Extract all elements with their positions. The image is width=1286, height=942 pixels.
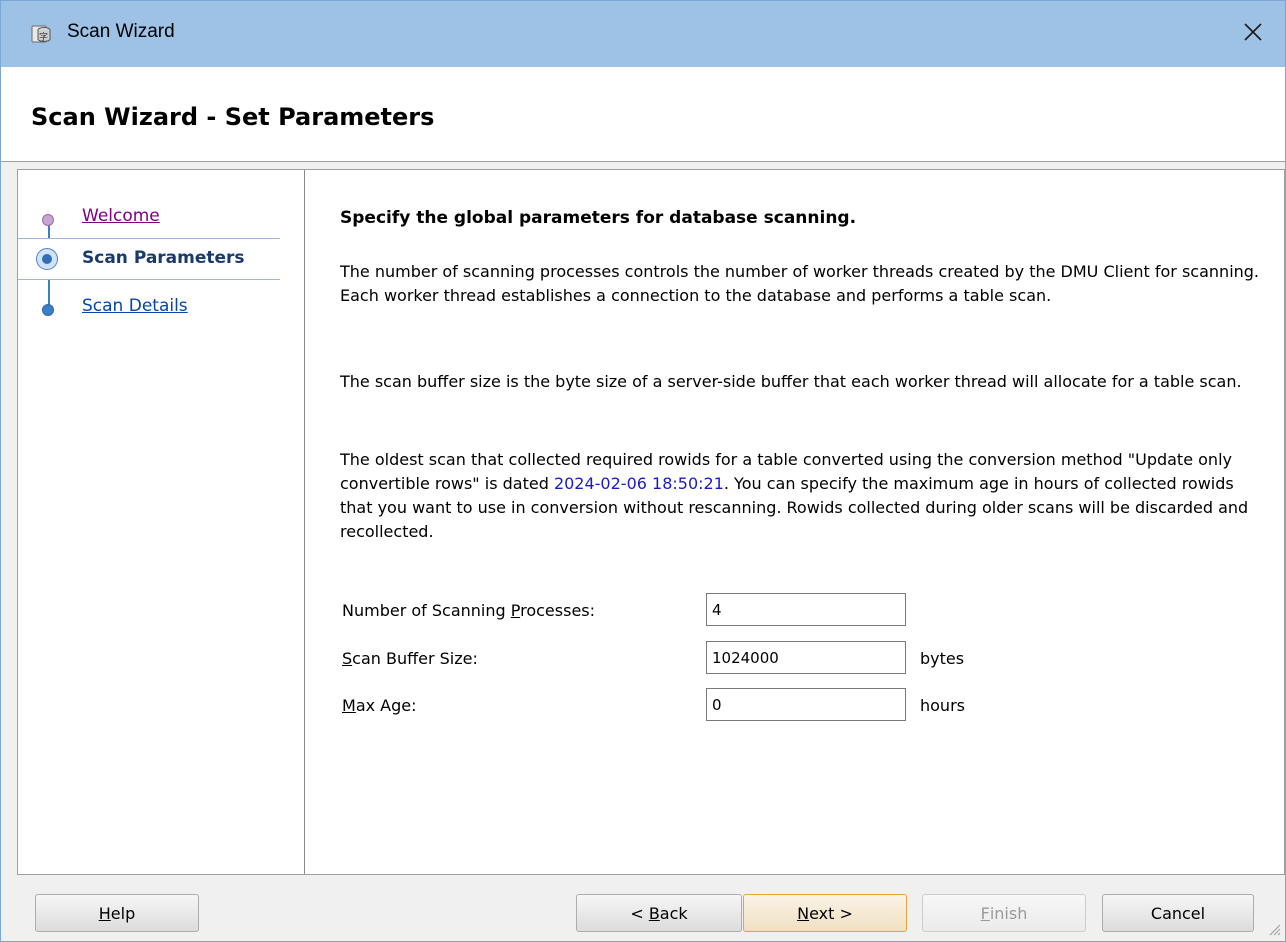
- max-age-label: Max Age:: [342, 696, 417, 715]
- age-unit-label: hours: [920, 696, 965, 715]
- cancel-button[interactable]: Cancel: [1102, 894, 1254, 932]
- step-scan-details-link[interactable]: Scan Details: [82, 296, 188, 316]
- step-scan-parameters[interactable]: Scan Parameters: [18, 238, 280, 280]
- max-age-row: Max Age: hours: [340, 688, 1240, 722]
- max-age-description: The oldest scan that collected required …: [340, 450, 1249, 541]
- buffer-size-label: Scan Buffer Size:: [342, 649, 478, 668]
- buffer-row: Scan Buffer Size: bytes: [340, 641, 1240, 675]
- processes-row: Number of Scanning Processes:: [340, 593, 1240, 627]
- step-dot-icon: [42, 214, 54, 226]
- content-heading: Specify the global parameters for databa…: [340, 208, 857, 228]
- close-icon: [1243, 22, 1263, 46]
- wizard-steps-sidebar: Welcome Scan Parameters Scan Details: [18, 170, 305, 874]
- buffer-description: The scan buffer size is the byte size of…: [340, 372, 1242, 391]
- wizard-body: Welcome Scan Parameters Scan Details Spe…: [17, 169, 1285, 875]
- window-title: Scan Wizard: [67, 21, 175, 42]
- next-button[interactable]: Next >: [743, 894, 907, 932]
- scanning-processes-input[interactable]: [706, 593, 906, 626]
- step-scan-parameters-label: Scan Parameters: [82, 248, 245, 268]
- oldest-scan-date: 2024-02-06 18:50:21: [553, 474, 724, 493]
- scan-buffer-size-input[interactable]: [706, 641, 906, 674]
- current-step-icon: [36, 248, 58, 270]
- processes-description: The number of scanning processes control…: [340, 262, 1260, 305]
- processes-label: Number of Scanning Processes:: [342, 601, 596, 620]
- svg-text:字: 字: [39, 31, 48, 43]
- step-welcome-link[interactable]: Welcome: [82, 206, 160, 226]
- page-title: Scan Wizard - Set Parameters: [31, 103, 435, 131]
- max-age-input[interactable]: [706, 688, 906, 721]
- resize-grip-icon[interactable]: [1267, 921, 1281, 936]
- step-welcome[interactable]: Welcome: [18, 194, 304, 236]
- step-scan-details[interactable]: Scan Details: [18, 284, 304, 326]
- finish-button[interactable]: Finish: [922, 894, 1086, 932]
- title-bar[interactable]: 字 Scan Wizard: [1, 1, 1285, 67]
- back-button[interactable]: < Back: [576, 894, 742, 932]
- scan-wizard-dialog: 字 Scan Wizard Scan Wizard - Set Paramete…: [0, 0, 1286, 942]
- help-button[interactable]: Help: [35, 894, 199, 932]
- wizard-header: Scan Wizard - Set Parameters: [1, 67, 1285, 162]
- close-button[interactable]: [1221, 1, 1285, 67]
- parameters-panel: Specify the global parameters for databa…: [340, 170, 1270, 870]
- scan-wizard-app-icon: 字: [31, 23, 53, 45]
- step-dot-icon: [42, 304, 54, 316]
- buffer-unit-label: bytes: [920, 649, 965, 668]
